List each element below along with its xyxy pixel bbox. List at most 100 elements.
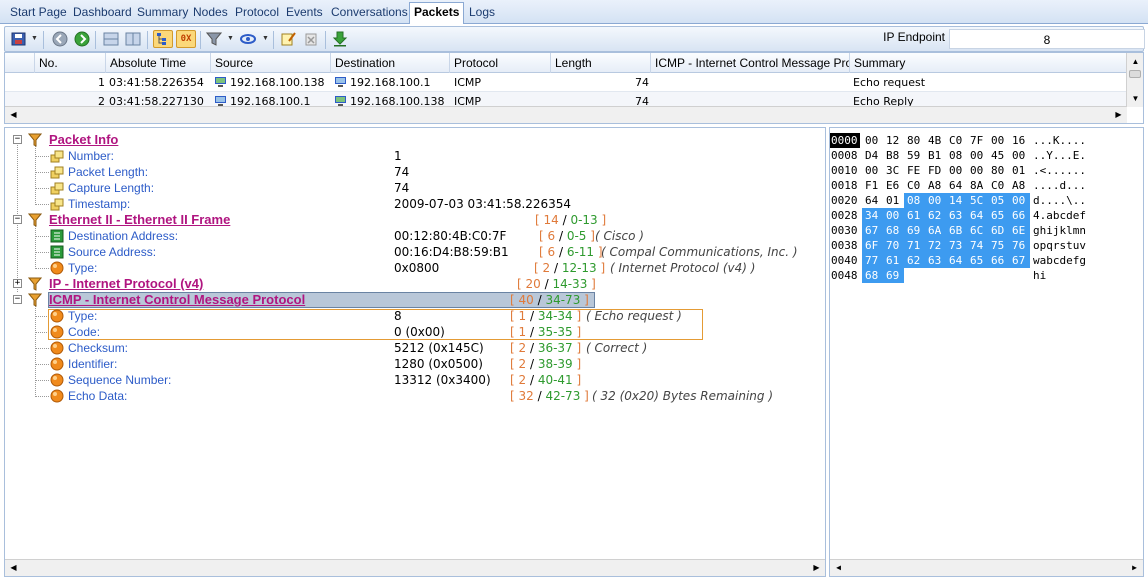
hex-byte[interactable]: 5C: [967, 193, 988, 208]
scroll-thumb[interactable]: [1129, 70, 1141, 78]
back-icon[interactable]: [50, 30, 70, 48]
hex-byte[interactable]: 62: [925, 208, 946, 223]
hex-byte[interactable]: 45: [988, 148, 1009, 163]
hex-byte[interactable]: 64: [967, 208, 988, 223]
tree-field-row[interactable]: Destination Address: 00:12:80:4B:C0:7F […: [5, 228, 825, 244]
hex-byte[interactable]: 6B: [946, 223, 967, 238]
collapse-icon[interactable]: −: [13, 135, 22, 144]
tree-field-row[interactable]: Type: 0x0800 [ 2 / 12-13 ] ( Internet Pr…: [5, 260, 825, 276]
hex-byte[interactable]: C0: [904, 178, 925, 193]
expand-icon[interactable]: +: [13, 279, 22, 288]
filter-dropdown-icon[interactable]: ▼: [227, 35, 235, 42]
collapse-icon[interactable]: −: [13, 215, 22, 224]
tab-summary[interactable]: Summary: [135, 4, 190, 24]
hex-byte[interactable]: 73: [946, 238, 967, 253]
tab-start-page[interactable]: Start Page: [8, 4, 69, 24]
hex-byte[interactable]: 00: [988, 133, 1009, 148]
tree-field-row[interactable]: Identifier: 1280 (0x0500) [ 2 / 38-39 ]: [5, 356, 825, 372]
hex-byte[interactable]: 72: [925, 238, 946, 253]
hex-byte[interactable]: 67: [1009, 253, 1030, 268]
column-header-destination[interactable]: Destination: [331, 53, 450, 73]
hex-row[interactable]: 0040 77 61 62 63 64 65 66 67 wabcdefg: [830, 253, 1130, 268]
hex-byte[interactable]: 65: [967, 253, 988, 268]
hex-byte[interactable]: 65: [988, 208, 1009, 223]
hex-byte[interactable]: 75: [988, 238, 1009, 253]
hex-row[interactable]: 0048 68 69 hi: [830, 268, 1130, 283]
hex-byte[interactable]: 80: [904, 133, 925, 148]
scroll-right-icon[interactable]: ▶: [1127, 560, 1142, 575]
hex-byte[interactable]: 34: [862, 208, 883, 223]
hex-byte[interactable]: 01: [1009, 163, 1030, 178]
tree-horizontal-scrollbar[interactable]: ◀ ▶: [5, 559, 825, 576]
hex-byte[interactable]: 6D: [988, 223, 1009, 238]
hex-byte[interactable]: 63: [946, 208, 967, 223]
hex-byte[interactable]: D4: [862, 148, 883, 163]
tree-field-row[interactable]: Echo Data: [ 32 / 42-73 ] ( 32 (0x20) By…: [5, 388, 825, 404]
decode-options-icon[interactable]: [238, 30, 258, 48]
hex-byte[interactable]: 6F: [862, 238, 883, 253]
hex-byte[interactable]: 69: [883, 268, 904, 283]
tree-node-packet-info[interactable]: − Packet Info: [5, 132, 825, 148]
hex-byte[interactable]: 08: [904, 193, 925, 208]
hex-byte[interactable]: B8: [883, 148, 904, 163]
hex-byte[interactable]: C0: [946, 133, 967, 148]
column-header-length[interactable]: Length: [551, 53, 651, 73]
hex-byte[interactable]: 67: [862, 223, 883, 238]
hex-byte[interactable]: 6C: [967, 223, 988, 238]
hex-byte[interactable]: 70: [883, 238, 904, 253]
hex-row[interactable]: 0008 D4 B8 59 B1 08 00 45 00 ..Y...E.: [830, 148, 1130, 163]
hex-byte[interactable]: 66: [1009, 208, 1030, 223]
hex-byte[interactable]: 6E: [1009, 223, 1030, 238]
hex-byte[interactable]: 14: [946, 193, 967, 208]
hex-byte[interactable]: 66: [988, 253, 1009, 268]
tree-field-row[interactable]: Timestamp: 2009-07-03 03:41:58.226354: [5, 196, 825, 212]
ip-endpoint-value[interactable]: 8: [949, 29, 1145, 49]
tree-field-row[interactable]: Number: 1: [5, 148, 825, 164]
hex-byte[interactable]: FE: [904, 163, 925, 178]
hex-byte[interactable]: 00: [1009, 148, 1030, 163]
hex-byte[interactable]: 00: [946, 163, 967, 178]
hex-row[interactable]: 0030 67 68 69 6A 6B 6C 6D 6E ghijklmn: [830, 223, 1130, 238]
column-header-icmp[interactable]: ICMP - Internet Control Message Prot...: [651, 53, 850, 73]
scroll-left-icon[interactable]: ◀: [831, 560, 846, 575]
scroll-right-icon[interactable]: ▶: [1111, 107, 1126, 122]
decode-dropdown-icon[interactable]: ▼: [262, 35, 270, 42]
hex-byte[interactable]: F1: [862, 178, 883, 193]
tree-field-row[interactable]: Packet Length: 74: [5, 164, 825, 180]
tree-node-ethernet[interactable]: − Ethernet II - Ethernet II Frame [ 14 /…: [5, 212, 825, 228]
filter-icon[interactable]: [204, 30, 224, 48]
hex-byte[interactable]: 08: [946, 148, 967, 163]
column-header-protocol[interactable]: Protocol: [450, 53, 551, 73]
hex-view-icon[interactable]: 0X: [176, 30, 196, 48]
packet-list-vertical-scrollbar[interactable]: ▲ ▼: [1126, 53, 1143, 107]
hex-row[interactable]: 0020 64 01 08 00 14 5C 05 00 d....\..: [830, 193, 1130, 208]
tab-packets[interactable]: Packets: [409, 2, 465, 24]
hex-byte[interactable]: 00: [1009, 193, 1030, 208]
pane-split-icon[interactable]: [123, 30, 143, 48]
scroll-up-icon[interactable]: ▲: [1128, 54, 1143, 69]
hex-byte[interactable]: 00: [862, 163, 883, 178]
hex-byte[interactable]: 61: [883, 253, 904, 268]
hex-byte[interactable]: 69: [904, 223, 925, 238]
hex-byte[interactable]: 00: [883, 208, 904, 223]
column-header-absolute-time[interactable]: Absolute Time: [106, 53, 211, 73]
hex-byte[interactable]: 76: [1009, 238, 1030, 253]
hex-byte[interactable]: 62: [904, 253, 925, 268]
hex-byte[interactable]: 00: [925, 193, 946, 208]
hex-horizontal-scrollbar[interactable]: ◀ ▶: [830, 559, 1143, 576]
hex-byte[interactable]: 8A: [967, 178, 988, 193]
hex-byte[interactable]: 00: [967, 148, 988, 163]
hex-byte[interactable]: FD: [925, 163, 946, 178]
save-icon[interactable]: [9, 30, 29, 48]
scroll-left-icon[interactable]: ◀: [6, 560, 21, 575]
hex-row[interactable]: 0010 00 3C FE FD 00 00 80 01 .<......: [830, 163, 1130, 178]
tab-logs[interactable]: Logs: [467, 4, 497, 24]
save-dropdown-icon[interactable]: ▼: [31, 35, 39, 42]
forward-icon[interactable]: [72, 30, 92, 48]
hex-byte[interactable]: 80: [988, 163, 1009, 178]
hex-byte[interactable]: 7F: [967, 133, 988, 148]
hex-byte[interactable]: 74: [967, 238, 988, 253]
hex-row[interactable]: 0018 F1 E6 C0 A8 64 8A C0 A8 ....d...: [830, 178, 1130, 193]
tree-field-row[interactable]: Sequence Number: 13312 (0x3400) [ 2 / 40…: [5, 372, 825, 388]
hex-byte[interactable]: A8: [1009, 178, 1030, 193]
